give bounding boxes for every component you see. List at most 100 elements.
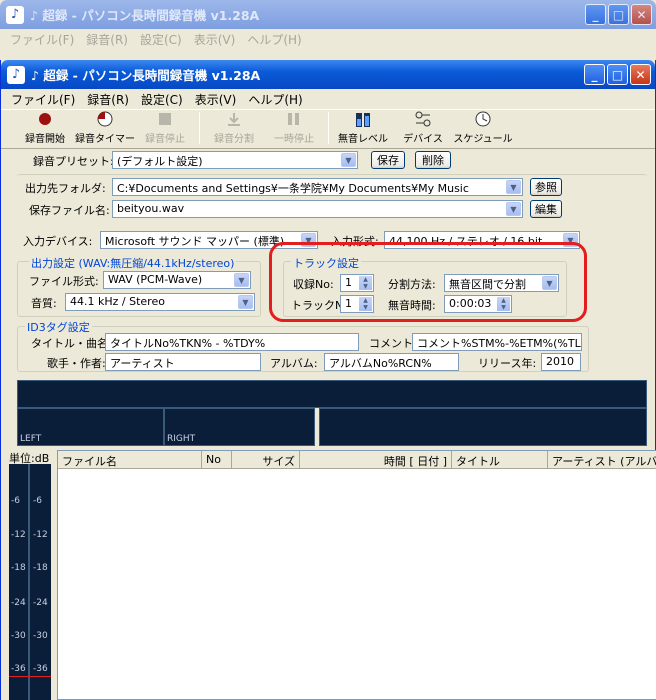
scale-tick: -12: [33, 530, 48, 540]
minimize-icon[interactable]: _: [584, 64, 605, 85]
toolbar-separator: [328, 112, 329, 144]
toolbar: 録音開始 録音タイマー 録音停止 録音分割 一時停止 無音レベル デバイス スケ…: [1, 109, 655, 149]
chevron-down-icon: ▼: [341, 153, 356, 167]
edit-button[interactable]: 編集: [530, 200, 562, 218]
delete-preset-button[interactable]: 削除: [415, 151, 451, 169]
highlight-annotation: [269, 242, 587, 322]
close-icon[interactable]: ✕: [630, 64, 651, 85]
input-device-label: 入力デバイス:: [23, 235, 93, 248]
split-icon: [226, 111, 242, 127]
column-filename[interactable]: ファイル名: [58, 451, 202, 468]
column-time[interactable]: 時間 [ 日付 ]: [300, 451, 452, 468]
recording-list[interactable]: [57, 450, 656, 700]
scale-tick: -12: [11, 530, 26, 540]
right-meter: RIGHT: [164, 408, 315, 446]
column-size[interactable]: サイズ: [232, 451, 300, 468]
column-no[interactable]: No: [202, 451, 232, 468]
file-label: 保存ファイル名:: [29, 204, 110, 217]
scale-tick: -24: [33, 598, 48, 608]
waveform-display: [319, 408, 647, 446]
menu-record[interactable]: 録音(R): [81, 91, 135, 108]
maximize-icon[interactable]: □: [608, 4, 629, 25]
peak-line: [9, 676, 51, 677]
scale-tick: -30: [33, 631, 48, 641]
file-format-select[interactable]: WAV (PCM-Wave) ▼: [103, 271, 251, 289]
chevron-down-icon: ▼: [506, 180, 521, 194]
list-header: ファイル名 No サイズ 時間 [ 日付 ] タイトル アーティスト (アルバ: [58, 451, 656, 469]
background-window: ♪ ♪ 超録 - パソコン長時間録音機 v1.28A _ □ ✕ ファイル(F)…: [0, 0, 656, 52]
window-title: ♪ 超録 - パソコン長時間録音機 v1.28A: [31, 68, 261, 83]
chevron-down-icon: ▼: [234, 273, 249, 287]
device-icon: [415, 111, 431, 127]
title-field[interactable]: タイトルNo%TKN% - %TDY%: [105, 333, 359, 351]
artist-field[interactable]: アーティスト: [105, 353, 261, 371]
record-stop-button[interactable]: 録音停止: [135, 111, 195, 148]
file-name-select[interactable]: beityou.wav ▼: [112, 200, 523, 218]
maximize-icon[interactable]: □: [607, 64, 628, 85]
menu-file[interactable]: ファイル(F): [4, 31, 80, 48]
schedule-button[interactable]: スケジュール: [453, 111, 513, 148]
album-label: アルバム:: [270, 357, 318, 370]
device-button[interactable]: デバイス: [393, 111, 453, 148]
scale-tick: -18: [33, 563, 48, 573]
menu-help[interactable]: ヘルプ(H): [241, 31, 307, 48]
background-window-title: ♪ 超録 - パソコン長時間録音機 v1.28A: [30, 8, 260, 23]
vu-divider: [28, 464, 30, 700]
timer-icon: [97, 111, 113, 127]
left-meter-label: LEFT: [20, 434, 42, 444]
record-timer-button[interactable]: 録音タイマー: [75, 111, 135, 148]
background-menubar: ファイル(F) 録音(R) 設定(C) 表示(V) ヘルプ(H): [0, 29, 656, 49]
column-title[interactable]: タイトル: [452, 451, 548, 468]
right-meter-label: RIGHT: [167, 434, 196, 444]
scale-tick: -6: [11, 496, 20, 506]
left-meter: LEFT: [17, 408, 164, 446]
id3-title: ID3タグ設定: [25, 319, 92, 335]
chevron-down-icon: ▼: [506, 202, 521, 216]
menu-file[interactable]: ファイル(F): [5, 91, 81, 108]
save-preset-button[interactable]: 保存: [371, 151, 405, 169]
year-field[interactable]: 2010: [541, 353, 581, 371]
pause-icon: [286, 111, 302, 127]
browse-button[interactable]: 参照: [530, 178, 562, 196]
menu-record[interactable]: 録音(R): [80, 31, 134, 48]
record-start-button[interactable]: 録音開始: [15, 111, 75, 148]
scale-tick: -24: [11, 598, 26, 608]
menu-view[interactable]: 表示(V): [188, 31, 242, 48]
menu-settings[interactable]: 設定(C): [134, 31, 188, 48]
scale-tick: -6: [33, 496, 42, 506]
preset-select[interactable]: (デフォルト設定) ▼: [112, 151, 358, 169]
toolbar-separator: [199, 112, 200, 144]
scale-tick: -36: [33, 664, 48, 674]
folder-select[interactable]: C:¥Documents and Settings¥一条学院¥My Docume…: [112, 178, 523, 196]
record-icon: [37, 111, 53, 127]
close-icon[interactable]: ✕: [631, 4, 652, 25]
scale-tick: -18: [11, 563, 26, 573]
record-split-button[interactable]: 録音分割: [204, 111, 264, 148]
app-icon: ♪: [6, 5, 24, 24]
menubar: ファイル(F) 録音(R) 設定(C) 表示(V) ヘルプ(H): [1, 89, 655, 109]
year-label: リリース年:: [478, 357, 537, 370]
background-title-bar: ♪ ♪ 超録 - パソコン長時間録音機 v1.28A _ □ ✕: [0, 0, 656, 29]
title-label: タイトル・曲名:: [31, 337, 112, 350]
artist-label: 歌手・作者:: [47, 357, 106, 370]
scale-tick: -30: [11, 631, 26, 641]
album-field[interactable]: アルバムNo%RCN%: [324, 353, 459, 371]
pause-button[interactable]: 一時停止: [264, 111, 324, 148]
title-bar: ♪ ♪ 超録 - パソコン長時間録音機 v1.28A _ □ ✕: [1, 60, 655, 89]
vu-scale: -6 -6 -12 -12 -18 -18 -24 -24 -30 -30 -3…: [9, 464, 51, 700]
output-settings-title: 出力設定 (WAV:無圧縮/44.1kHz/stereo): [29, 255, 237, 271]
level-icon: [355, 111, 371, 127]
preset-label: 録音プリセット:: [33, 155, 114, 168]
menu-view[interactable]: 表示(V): [189, 91, 243, 108]
menu-settings[interactable]: 設定(C): [135, 91, 189, 108]
minimize-icon[interactable]: _: [585, 4, 606, 25]
silence-level-button[interactable]: 無音レベル: [333, 111, 393, 148]
comment-label: コメント:: [369, 337, 417, 350]
comment-field[interactable]: コメント%STM%-%ETM%(%TLN%): [412, 333, 582, 351]
quality-label: 音質:: [31, 297, 57, 310]
column-artist[interactable]: アーティスト (アルバ: [548, 451, 656, 468]
menu-help[interactable]: ヘルプ(H): [242, 91, 308, 108]
chevron-down-icon: ▼: [238, 295, 253, 309]
folder-label: 出力先フォルダ:: [25, 182, 106, 195]
quality-select[interactable]: 44.1 kHz / Stereo ▼: [65, 293, 255, 311]
